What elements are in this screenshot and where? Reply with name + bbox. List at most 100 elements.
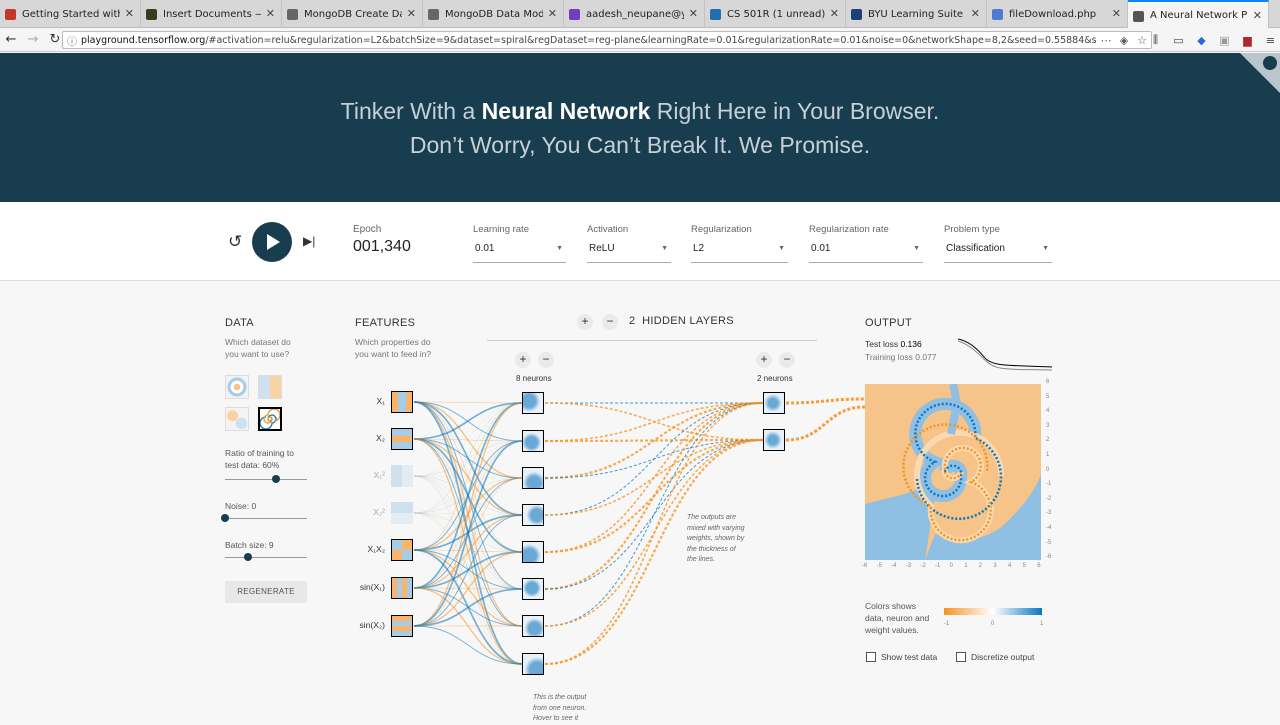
reset-icon[interactable]: ↺ bbox=[228, 232, 242, 252]
y-tick-label: -6 bbox=[1046, 554, 1052, 561]
tab-favicon-icon bbox=[710, 9, 721, 20]
tab-label: fileDownload.php bbox=[1009, 8, 1097, 20]
show-test-data-checkbox[interactable] bbox=[866, 652, 876, 662]
test-loss: Test loss 0.136 bbox=[865, 339, 922, 349]
tab-close-icon[interactable]: ✕ bbox=[407, 7, 416, 20]
tab-close-icon[interactable]: ✕ bbox=[830, 7, 839, 20]
chevron-down-icon: ▼ bbox=[1042, 245, 1049, 252]
add-neuron-layer2-button[interactable]: + bbox=[756, 352, 772, 368]
tab-label: MongoDB Create Databas bbox=[304, 8, 402, 20]
extension-blue-icon[interactable]: ◆ bbox=[1192, 30, 1211, 50]
y-tick-label: 3 bbox=[1046, 422, 1050, 429]
learning-rate-control: Learning rate 0.01 ▼ bbox=[473, 224, 566, 263]
discretize-label: Discretize output bbox=[971, 652, 1035, 662]
weight-link bbox=[544, 402, 764, 516]
y-tick-label: 2 bbox=[1046, 437, 1050, 444]
library-icon[interactable]: ⫼ bbox=[1146, 30, 1165, 50]
browser-tab[interactable]: CS 501R (1 unread) ✕ bbox=[705, 0, 846, 28]
site-info-icon[interactable]: ⓘ bbox=[63, 33, 81, 48]
browser-tab[interactable]: aadesh_neupane@yahoo.c ✕ bbox=[564, 0, 705, 28]
learning-rate-select[interactable]: 0.01 ▼ bbox=[473, 243, 566, 263]
browser-tab[interactable]: MongoDB Create Databas ✕ bbox=[282, 0, 423, 28]
browser-tab[interactable]: Getting Started with Djang ✕ bbox=[0, 0, 141, 28]
tab-close-icon[interactable]: ✕ bbox=[1112, 7, 1121, 20]
github-icon[interactable] bbox=[1263, 56, 1277, 70]
tab-close-icon[interactable]: ✕ bbox=[266, 7, 275, 20]
tab-strip: Getting Started with Djang✕Insert Docume… bbox=[0, 0, 1280, 28]
neuron-output-note: This is the output from one neuron. Hover … bbox=[533, 694, 587, 722]
tab-close-icon[interactable]: ✕ bbox=[689, 7, 698, 20]
activation-select[interactable]: ReLU ▼ bbox=[587, 243, 671, 263]
legend-min: -1 bbox=[944, 621, 950, 627]
tab-label: CS 501R (1 unread) bbox=[727, 8, 825, 20]
browser-tab[interactable]: BYU Learning Suite ✕ bbox=[846, 0, 987, 28]
hidden-neuron[interactable] bbox=[522, 541, 544, 563]
tab-label: aadesh_neupane@yahoo.c bbox=[586, 8, 684, 20]
hidden-neuron[interactable] bbox=[522, 578, 544, 600]
epoch-label: Epoch bbox=[353, 224, 382, 235]
extension-grey-icon[interactable]: ▣ bbox=[1215, 30, 1234, 50]
y-tick-label: 1 bbox=[1046, 452, 1050, 458]
tab-close-icon[interactable]: ✕ bbox=[1253, 9, 1262, 22]
url-bar[interactable]: ⓘ playground.tensorflow.org/#activation=… bbox=[62, 31, 1152, 49]
hidden-neuron[interactable] bbox=[522, 653, 544, 675]
remove-neuron-layer1-button[interactable]: − bbox=[538, 352, 554, 368]
x-tick-label: 5 bbox=[1022, 563, 1026, 569]
tab-favicon-icon bbox=[146, 9, 157, 20]
add-neuron-layer1-button[interactable]: + bbox=[515, 352, 531, 368]
chevron-down-icon: ▼ bbox=[556, 245, 563, 252]
regularization-rate-select[interactable]: 0.01 ▼ bbox=[809, 243, 923, 263]
regularization-select[interactable]: L2 ▼ bbox=[691, 243, 788, 263]
hidden-neuron[interactable] bbox=[763, 392, 785, 414]
tab-favicon-icon bbox=[5, 9, 16, 20]
sidebar-icon[interactable]: ▭ bbox=[1169, 30, 1188, 50]
hidden-neuron[interactable] bbox=[522, 392, 544, 414]
activation-control: Activation ReLU ▼ bbox=[587, 224, 671, 263]
add-layer-button[interactable]: + bbox=[577, 314, 593, 330]
tab-label: Getting Started with Djang bbox=[22, 8, 120, 20]
control-bar: ↺ ▶| Epoch 001,340 Learning rate 0.01 ▼ A… bbox=[0, 202, 1280, 281]
tab-favicon-icon bbox=[992, 9, 1003, 20]
tab-close-icon[interactable]: ✕ bbox=[548, 7, 557, 20]
remove-layer-button[interactable]: − bbox=[602, 314, 618, 330]
url-domain: playground.tensorflow.org bbox=[81, 34, 206, 46]
menu-icon[interactable]: ≡ bbox=[1261, 30, 1280, 50]
browser-tab[interactable]: MongoDB Data Modelling ✕ bbox=[423, 0, 564, 28]
browser-tab[interactable]: A Neural Network Playgro ✕ bbox=[1128, 0, 1269, 28]
hidden-neuron[interactable] bbox=[522, 615, 544, 637]
play-button[interactable] bbox=[252, 222, 292, 262]
tab-close-icon[interactable]: ✕ bbox=[125, 7, 134, 20]
x-tick-label: -6 bbox=[862, 563, 868, 569]
y-tick-label: -5 bbox=[1046, 539, 1052, 546]
weight-link bbox=[413, 401, 523, 404]
legend-max: 1 bbox=[1040, 621, 1044, 627]
weight-link bbox=[544, 439, 764, 516]
hidden-neuron[interactable] bbox=[522, 430, 544, 452]
problem-type-select[interactable]: Classification ▼ bbox=[944, 243, 1052, 263]
discretize-checkbox[interactable] bbox=[956, 652, 966, 662]
hidden-neuron[interactable] bbox=[763, 429, 785, 451]
x-tick-label: 3 bbox=[993, 563, 997, 569]
hidden-neuron[interactable] bbox=[522, 467, 544, 489]
extension-red-icon[interactable]: ▆ bbox=[1238, 30, 1257, 50]
forward-icon[interactable]: → bbox=[22, 29, 44, 51]
browser-tab[interactable]: Insert Documents — Mon ✕ bbox=[141, 0, 282, 28]
y-tick-label: 0 bbox=[1046, 466, 1050, 473]
step-icon[interactable]: ▶| bbox=[303, 234, 315, 248]
output-heatmap bbox=[865, 384, 1041, 560]
tab-close-icon[interactable]: ✕ bbox=[971, 7, 980, 20]
back-icon[interactable]: ← bbox=[0, 29, 22, 51]
hidden-neuron[interactable] bbox=[522, 504, 544, 526]
header-line-2: Don’t Worry, You Can’t Break It. We Prom… bbox=[409, 132, 871, 158]
weight-link bbox=[413, 440, 523, 627]
tab-label: A Neural Network Playgro bbox=[1150, 9, 1248, 21]
remove-neuron-layer2-button[interactable]: − bbox=[779, 352, 795, 368]
header-line-1: Tinker With a Neural Network Right Here … bbox=[340, 98, 940, 124]
page-actions-icon[interactable]: ⋯ bbox=[1097, 34, 1115, 47]
browser-tab[interactable]: fileDownload.php ✕ bbox=[987, 0, 1128, 28]
x-tick-label: 6 bbox=[1037, 563, 1041, 569]
layer2-neuron-count: 2 neurons bbox=[757, 374, 793, 383]
tab-favicon-icon bbox=[287, 9, 298, 20]
pocket-icon[interactable]: ◈ bbox=[1115, 34, 1133, 47]
weight-link bbox=[785, 397, 866, 405]
